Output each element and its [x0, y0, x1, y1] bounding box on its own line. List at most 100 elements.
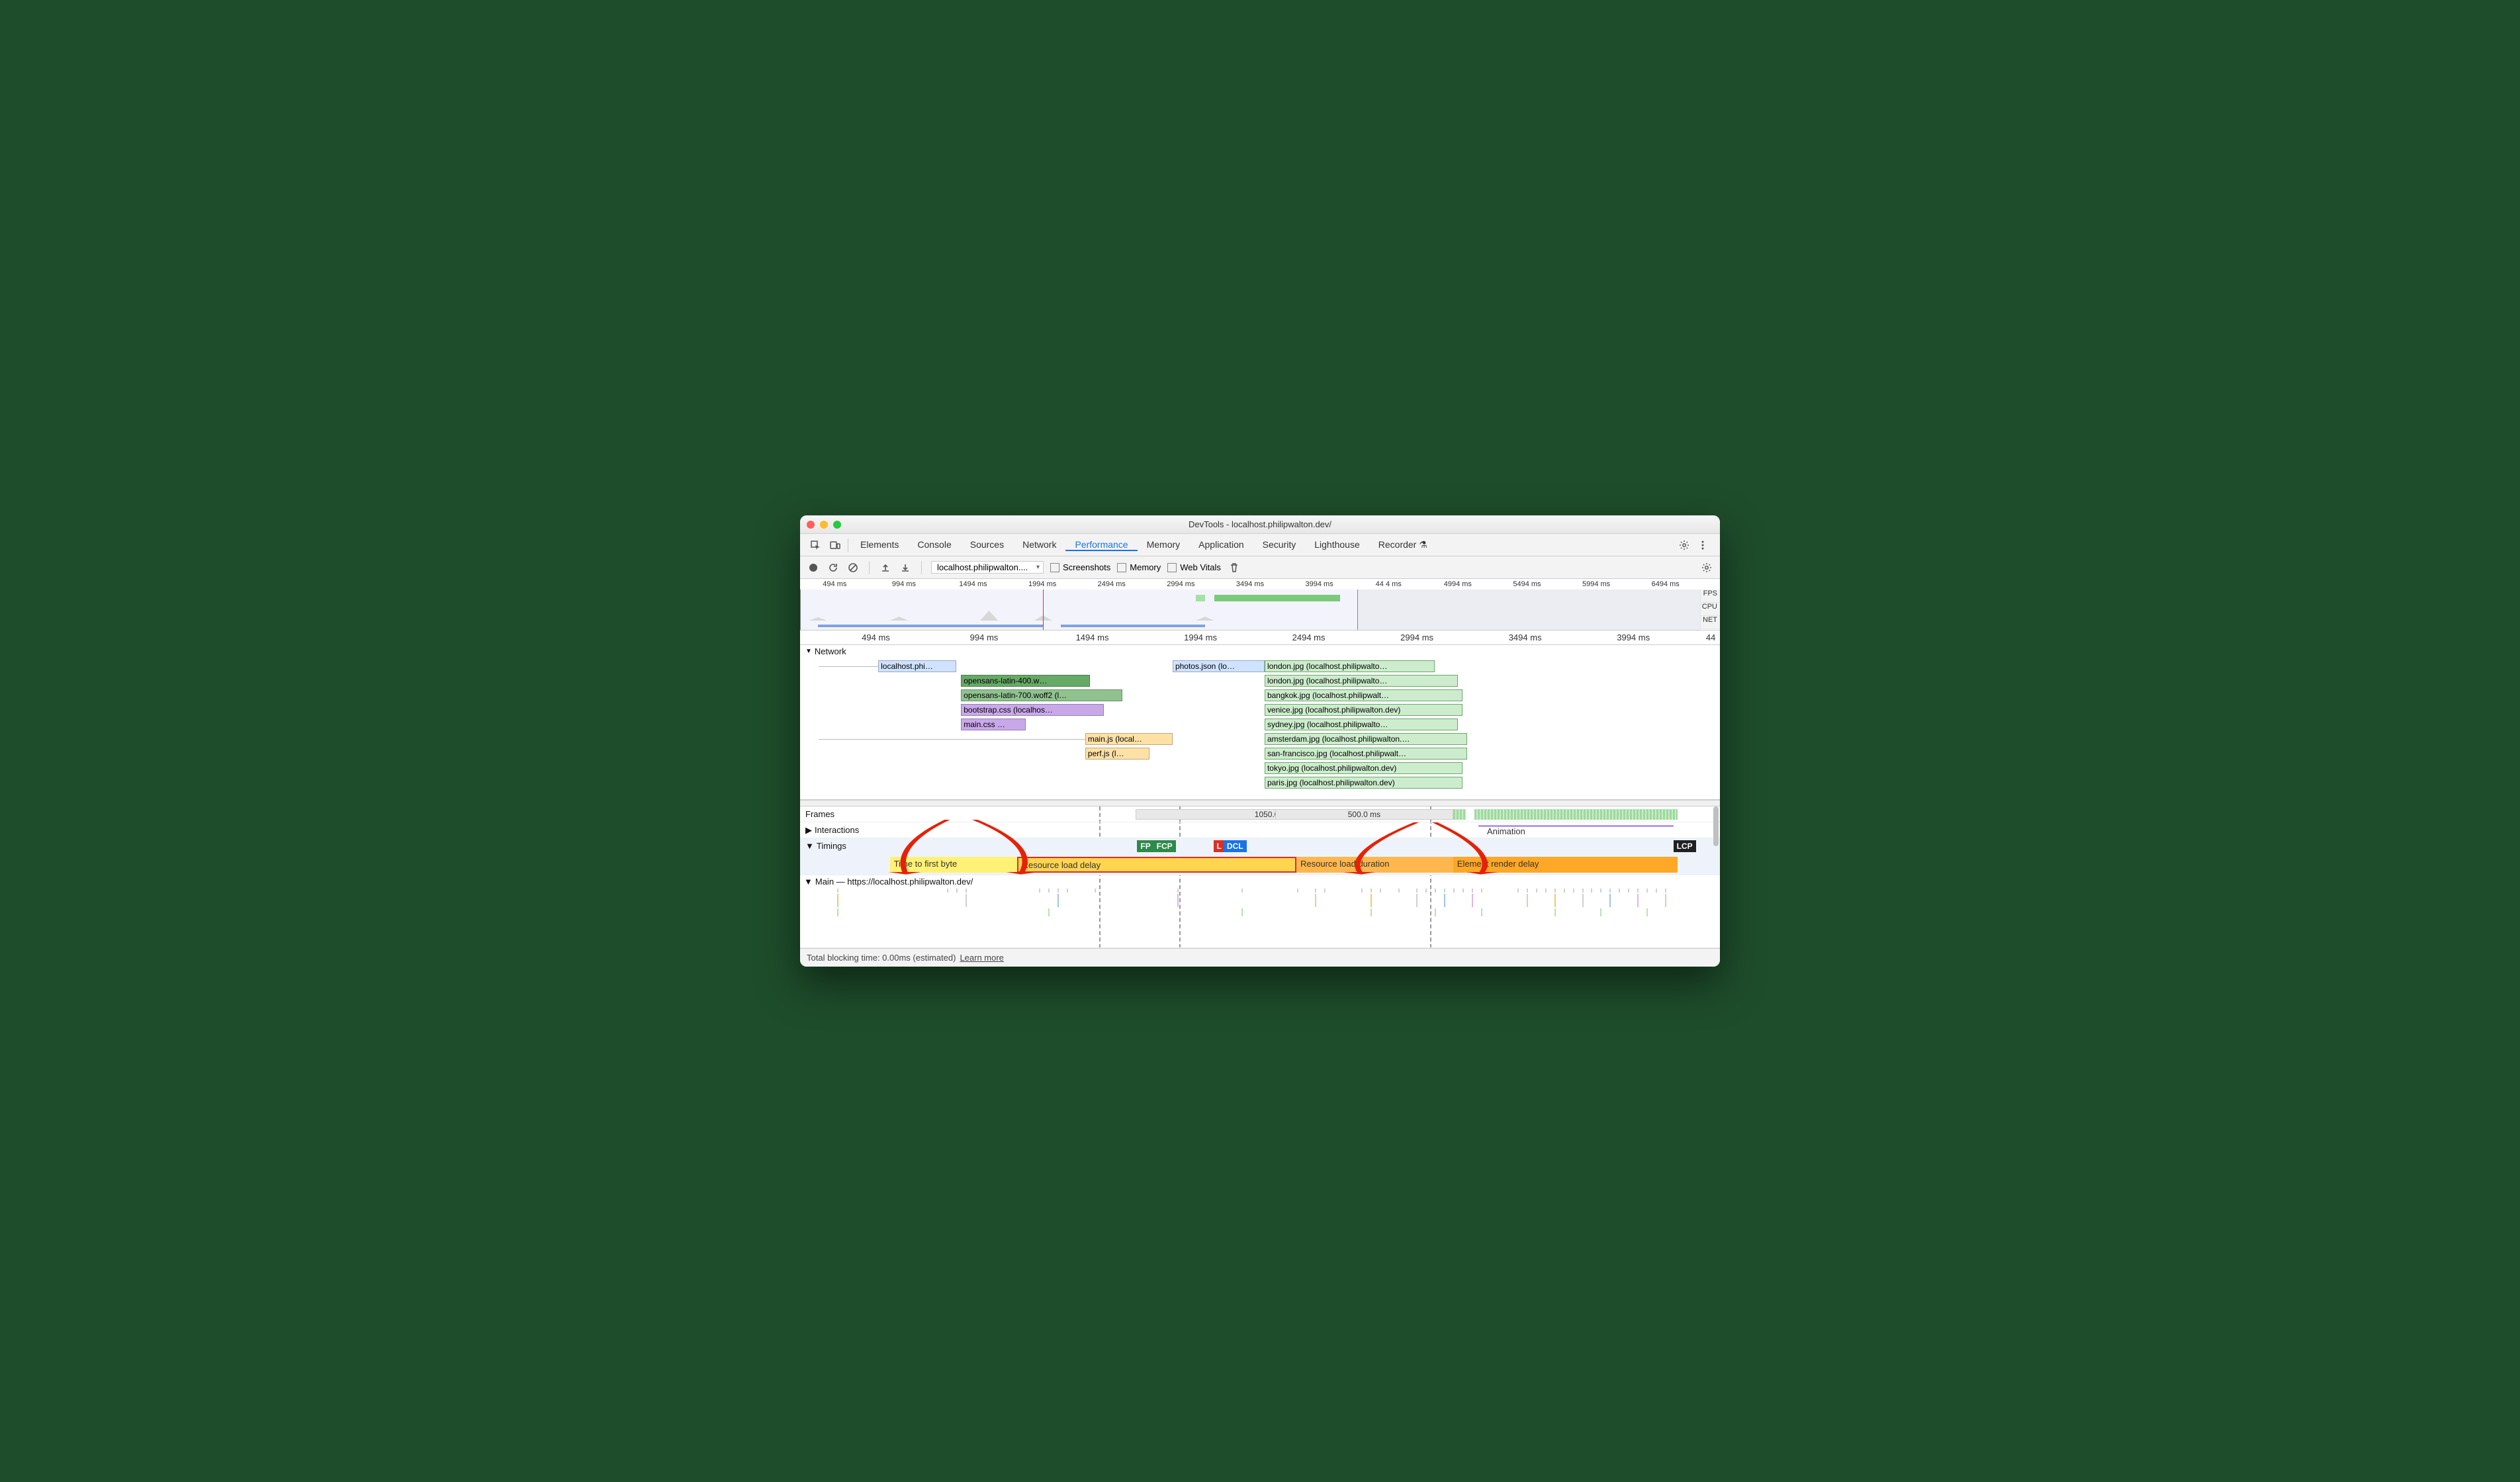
memory-checkbox[interactable]: Memory	[1117, 562, 1161, 572]
flame-event[interactable]	[1058, 889, 1059, 893]
flame-event[interactable]	[1435, 908, 1436, 916]
flame-event[interactable]	[1600, 889, 1601, 893]
flame-event[interactable]	[1371, 908, 1372, 916]
flame-event[interactable]	[1416, 889, 1418, 893]
perf-settings-icon[interactable]	[1700, 561, 1713, 574]
tab-elements[interactable]: Elements	[851, 539, 908, 550]
flame-event[interactable]	[956, 889, 958, 893]
flame-event[interactable]	[837, 889, 838, 893]
lcp-segment[interactable]: Resource load delay	[1017, 857, 1296, 873]
tab-recorder-[interactable]: Recorder ⚗	[1369, 539, 1437, 550]
flame-event[interactable]	[1554, 908, 1556, 916]
inspect-icon[interactable]	[805, 540, 825, 550]
network-request[interactable]: bootstrap.css (localhos…	[961, 704, 1103, 716]
network-request[interactable]: photos.json (lo…	[1173, 660, 1265, 672]
flame-event[interactable]	[1665, 889, 1666, 893]
flame-event[interactable]	[1315, 894, 1316, 907]
flame-event[interactable]	[1297, 889, 1298, 893]
flame-event[interactable]	[1527, 889, 1528, 893]
network-request[interactable]: localhost.phi…	[878, 660, 956, 672]
flame-event[interactable]	[1039, 889, 1040, 893]
flame-event[interactable]	[1637, 894, 1639, 907]
flame-event[interactable]	[1619, 889, 1620, 893]
download-icon[interactable]	[899, 561, 912, 574]
settings-icon[interactable]	[1678, 539, 1691, 552]
flame-event[interactable]	[1545, 889, 1547, 893]
flame-event[interactable]	[1481, 908, 1482, 916]
tab-performance[interactable]: Performance	[1065, 539, 1137, 551]
flame-event[interactable]	[1058, 894, 1059, 907]
frame-block[interactable]: 500.0 ms	[1275, 809, 1453, 820]
flame-event[interactable]	[1241, 889, 1243, 893]
flame-event[interactable]	[1371, 894, 1372, 907]
window-zoom-button[interactable]	[833, 521, 841, 529]
timeline-ruler[interactable]: 494 ms994 ms1494 ms1994 ms2494 ms2994 ms…	[800, 631, 1720, 645]
tab-lighthouse[interactable]: Lighthouse	[1305, 539, 1369, 550]
flame-event[interactable]	[1573, 889, 1574, 893]
flame-event[interactable]	[966, 894, 967, 907]
flame-event[interactable]	[1453, 889, 1455, 893]
flame-event[interactable]	[1582, 894, 1584, 907]
flame-event[interactable]	[1425, 889, 1427, 893]
flame-event[interactable]	[1444, 894, 1445, 907]
network-request[interactable]: perf.js (l…	[1085, 748, 1149, 760]
flame-event[interactable]	[1324, 889, 1326, 893]
flame-event[interactable]	[1600, 908, 1601, 916]
timing-marker-fcp[interactable]: FCP	[1153, 840, 1176, 852]
recording-select[interactable]: localhost.philipwalton....	[931, 561, 1044, 574]
reload-record-button[interactable]	[827, 561, 840, 574]
flame-event[interactable]	[966, 889, 967, 893]
flame-event[interactable]	[1527, 894, 1528, 907]
flame-event[interactable]	[1637, 889, 1639, 893]
flame-event[interactable]	[837, 908, 838, 916]
network-request[interactable]: opensans-latin-400.w…	[961, 675, 1090, 687]
main-header[interactable]: ▼Main — https://localhost.philipwalton.d…	[800, 875, 977, 888]
timing-marker-dcl[interactable]: DCL	[1224, 840, 1247, 852]
flame-event[interactable]	[1591, 889, 1592, 893]
overview-minimap[interactable]: 494 ms994 ms1494 ms1994 ms2494 ms2994 ms…	[800, 579, 1720, 631]
flame-event[interactable]	[1481, 889, 1482, 893]
network-request[interactable]: london.jpg (localhost.philipwalto…	[1265, 675, 1458, 687]
flame-event[interactable]	[1048, 889, 1050, 893]
network-header[interactable]: ▼Network	[800, 645, 1720, 658]
network-request[interactable]: paris.jpg (localhost.philipwalton.dev)	[1265, 777, 1462, 789]
lcp-segment[interactable]: Time to first byte	[890, 857, 1017, 873]
network-request[interactable]: main.css …	[961, 719, 1025, 730]
flame-event[interactable]	[1315, 889, 1316, 893]
screenshots-checkbox[interactable]: Screenshots	[1050, 562, 1110, 572]
frames-header[interactable]: Frames	[800, 809, 873, 819]
network-request[interactable]: london.jpg (localhost.philipwalto…	[1265, 660, 1435, 672]
flame-event[interactable]	[1048, 908, 1050, 916]
tab-network[interactable]: Network	[1013, 539, 1065, 550]
kebab-menu-icon[interactable]	[1696, 539, 1709, 552]
flame-event[interactable]	[837, 894, 838, 907]
flame-event[interactable]	[1177, 889, 1179, 893]
flame-event[interactable]	[1582, 889, 1584, 893]
lcp-segment[interactable]: Resource load duration	[1296, 857, 1453, 873]
network-request[interactable]: amsterdam.jpg (localhost.philipwalton.…	[1265, 733, 1467, 745]
flame-event[interactable]	[1398, 889, 1400, 893]
window-close-button[interactable]	[807, 521, 815, 529]
learn-more-link[interactable]: Learn more	[960, 953, 1003, 963]
flame-event[interactable]	[1646, 889, 1648, 893]
network-request[interactable]: tokyo.jpg (localhost.philipwalton.dev)	[1265, 762, 1462, 774]
flame-event[interactable]	[1628, 889, 1629, 893]
flame-event[interactable]	[1177, 894, 1179, 907]
flame-event[interactable]	[1554, 894, 1556, 907]
flame-event[interactable]	[1609, 894, 1611, 907]
flame-event[interactable]	[1241, 908, 1243, 916]
tab-application[interactable]: Application	[1189, 539, 1253, 550]
scrollbar[interactable]	[1713, 806, 1719, 948]
flame-event[interactable]	[1665, 894, 1666, 907]
network-request[interactable]: san-francisco.jpg (localhost.philipwalt…	[1265, 748, 1467, 760]
network-request[interactable]: opensans-latin-700.woff2 (l…	[961, 689, 1122, 701]
flame-event[interactable]	[1095, 889, 1096, 893]
tab-sources[interactable]: Sources	[961, 539, 1013, 550]
flame-event[interactable]	[1361, 889, 1363, 893]
lcp-segment[interactable]: Element render delay	[1453, 857, 1678, 873]
tab-security[interactable]: Security	[1253, 539, 1306, 550]
flame-event[interactable]	[1472, 889, 1473, 893]
clear-button[interactable]	[846, 561, 860, 574]
network-request[interactable]: main.js (local…	[1085, 733, 1173, 745]
record-button[interactable]	[807, 561, 820, 574]
